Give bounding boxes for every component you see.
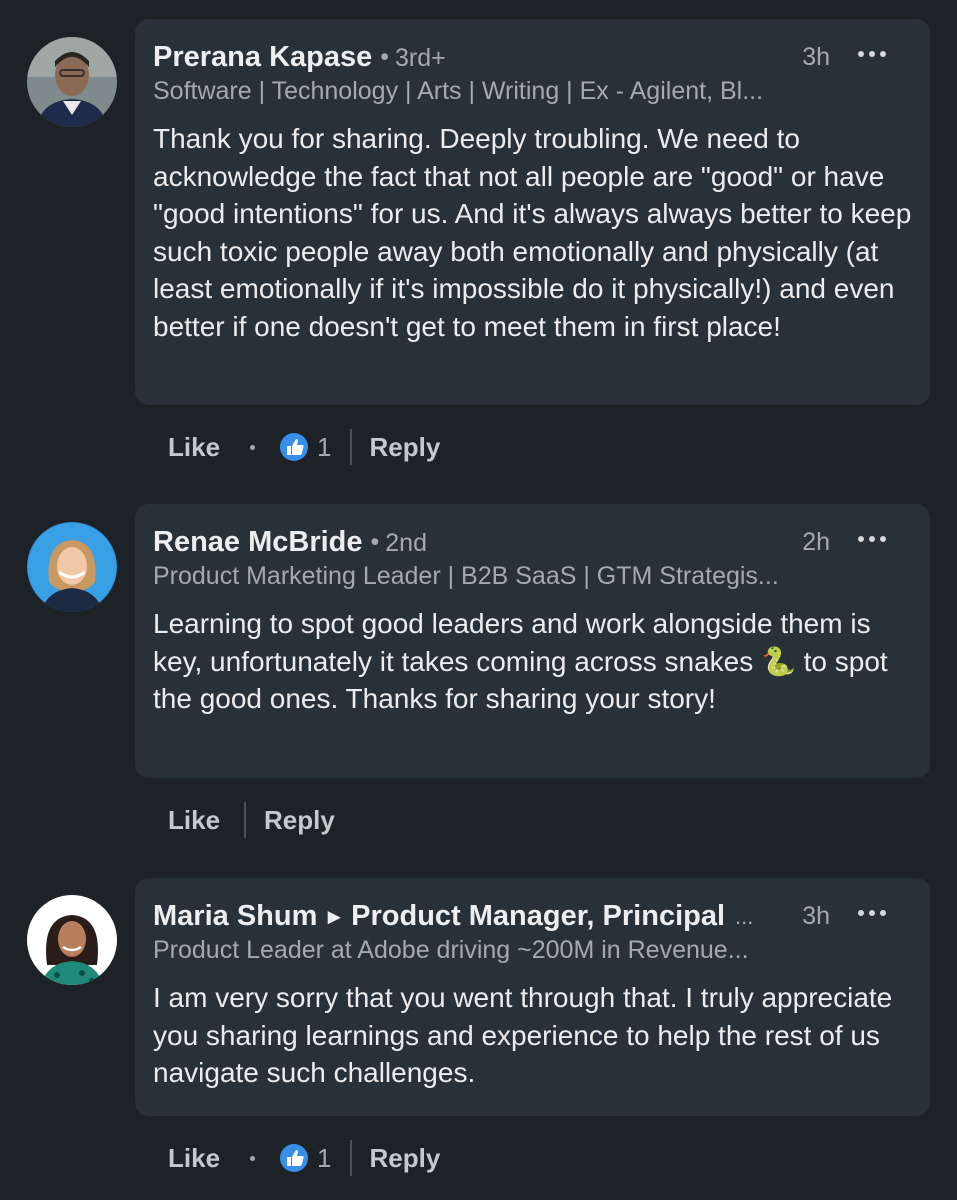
comment-header: Renae McBride • 2nd 2h xyxy=(153,526,912,562)
comment-actions: Like 1 Reply xyxy=(168,1138,440,1178)
avatar[interactable] xyxy=(27,522,117,612)
comment-bubble: Prerana Kapase • 3rd+ 3h Software | Techno… xyxy=(135,19,930,405)
comment-bubble: Renae McBride • 2nd 2h Product Marketing L… xyxy=(135,504,930,778)
like-button[interactable]: Like xyxy=(168,1143,220,1174)
name-arrow: ► xyxy=(323,904,346,929)
reply-button[interactable]: Reply xyxy=(370,432,441,463)
like-button[interactable]: Like xyxy=(168,805,220,836)
comment-time: 3h xyxy=(802,43,830,71)
commenter-name[interactable]: Prerana Kapase xyxy=(153,41,372,74)
like-reaction-icon[interactable] xyxy=(279,1143,309,1173)
commenter-headline: Software | Technology | Arts | Writing |… xyxy=(153,77,764,105)
more-options-icon[interactable] xyxy=(858,536,886,542)
like-button[interactable]: Like xyxy=(168,432,220,463)
comment-text: Thank you for sharing. Deeply troubling.… xyxy=(153,123,912,342)
separator-dot: • xyxy=(370,528,380,556)
comment-header: Prerana Kapase • 3rd+ 3h xyxy=(153,41,912,77)
comment-actions: Like Reply xyxy=(168,800,335,840)
more-options-icon[interactable] xyxy=(858,51,886,57)
commenter-headline: Product Leader at Adobe driving ~200M in… xyxy=(153,936,749,964)
reaction-count[interactable]: 1 xyxy=(317,432,331,463)
commenter-headline: Product Marketing Leader | B2B SaaS | GT… xyxy=(153,562,779,590)
connection-degree: 3rd+ xyxy=(395,44,446,72)
divider xyxy=(349,429,352,465)
divider xyxy=(244,802,247,838)
more-options-icon[interactable] xyxy=(858,910,886,916)
comment-actions: Like 1 Reply xyxy=(168,427,440,467)
comment-time: 3h xyxy=(802,902,830,930)
snake-emoji: 🐍 xyxy=(761,645,796,677)
reply-button[interactable]: Reply xyxy=(264,805,335,836)
avatar[interactable] xyxy=(27,895,117,985)
name-ellipsis: ... xyxy=(735,904,754,929)
connection-degree: 2nd xyxy=(385,529,427,557)
separator-dot xyxy=(250,1155,256,1161)
commenter-name[interactable]: Renae McBride xyxy=(153,526,363,559)
comment-text: Learning to spot good leaders and work a… xyxy=(153,605,912,736)
reply-button[interactable]: Reply xyxy=(370,1143,441,1174)
divider xyxy=(349,1140,352,1176)
comment-text: I am very sorry that you went through th… xyxy=(153,982,893,1088)
commenter-name[interactable]: Maria Shum xyxy=(153,900,317,933)
comment-header: Maria Shum ► Product Manager, Principal...… xyxy=(153,900,912,936)
commenter-title: Product Manager, Principal xyxy=(351,900,726,932)
comment-time: 2h xyxy=(802,528,830,556)
like-reaction-icon[interactable] xyxy=(279,432,309,462)
comment-bubble: Maria Shum ► Product Manager, Principal...… xyxy=(135,878,930,1116)
avatar[interactable] xyxy=(27,37,117,127)
separator-dot xyxy=(250,444,256,450)
reaction-count[interactable]: 1 xyxy=(317,1143,331,1174)
separator-dot: • xyxy=(380,43,390,71)
